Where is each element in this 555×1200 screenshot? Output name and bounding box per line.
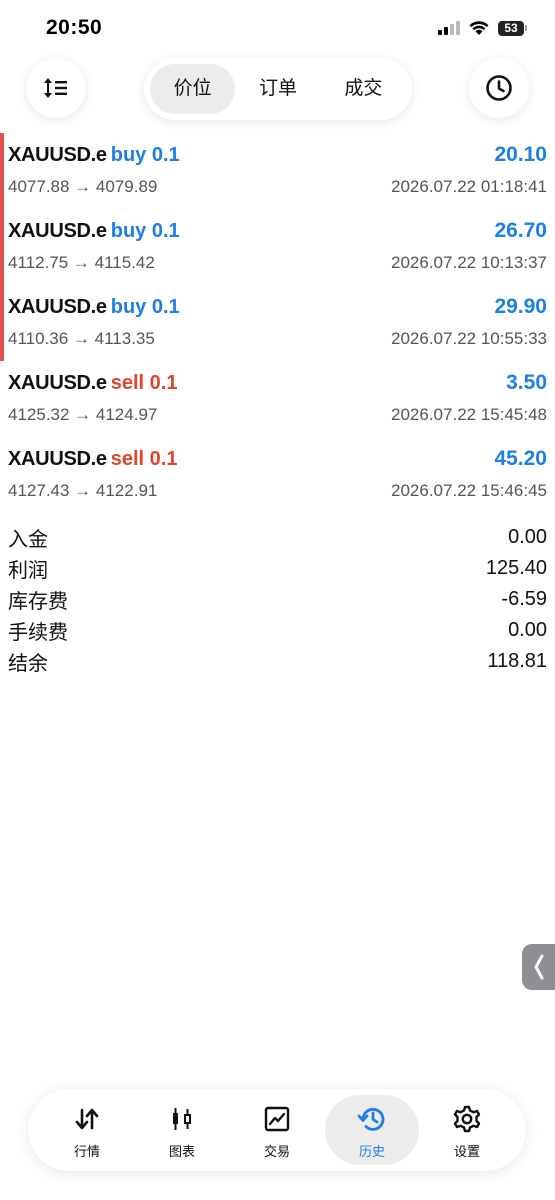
deal-prices: 4077.88 → 4079.89 xyxy=(8,177,158,196)
tab-label: 历史 xyxy=(358,1144,385,1159)
tab-chart[interactable]: 图表 xyxy=(135,1095,229,1165)
deal-symbol: XAUUSD.e xyxy=(8,143,107,166)
summary-row-deposit: 入金 0.00 xyxy=(8,522,547,553)
segment-tab-orders[interactable]: 订单 xyxy=(235,64,320,114)
chevron-left-icon xyxy=(534,954,543,980)
deal-symbol: XAUUSD.e xyxy=(8,295,107,318)
sort-button[interactable] xyxy=(26,58,86,118)
deal-symbol: XAUUSD.e xyxy=(8,447,107,470)
period-button[interactable] xyxy=(469,58,529,118)
tab-label: 交易 xyxy=(263,1144,290,1159)
tab-label: 行情 xyxy=(73,1144,100,1159)
deal-prices: 4110.36 → 4113.35 xyxy=(8,329,155,348)
deal-prices: 4112.75 → 4115.42 xyxy=(8,253,155,272)
deal-time: 2026.07.22 01:18:41 xyxy=(391,177,547,196)
deal-time: 2026.07.22 10:13:37 xyxy=(391,253,547,272)
battery-level: 53 xyxy=(498,20,524,36)
deal-row[interactable]: XAUUSD.e buy 0.1 29.90 4110.36 → 4113.35 … xyxy=(0,285,555,361)
summary-label: 利润 xyxy=(8,560,48,582)
trade-icon xyxy=(264,1106,290,1132)
deal-time: 2026.07.22 15:46:45 xyxy=(391,481,547,500)
summary-value: 125.40 xyxy=(485,557,547,579)
view-segment-control: 价位 订单 成交 xyxy=(144,58,412,120)
summary-row-profit: 利润 125.40 xyxy=(8,553,547,584)
status-bar: 20:50 53 xyxy=(0,0,555,60)
summary-value: -6.59 xyxy=(501,588,547,610)
history-icon xyxy=(357,1107,385,1131)
tab-label: 图表 xyxy=(168,1144,195,1159)
battery-icon: 53 xyxy=(498,20,527,36)
status-time: 20:50 xyxy=(46,16,103,39)
deal-profit: 26.70 xyxy=(494,219,547,242)
tab-trade[interactable]: 交易 xyxy=(230,1095,324,1165)
side-panel-handle[interactable] xyxy=(522,944,555,990)
quotes-icon xyxy=(75,1108,99,1130)
tab-label: 设置 xyxy=(453,1144,480,1159)
deal-list: XAUUSD.e buy 0.1 20.10 4077.88 → 4079.89 … xyxy=(0,133,555,513)
tab-history[interactable]: 历史 xyxy=(325,1095,419,1165)
summary-value: 0.00 xyxy=(508,619,547,641)
top-toolbar: 价位 订单 成交 xyxy=(0,58,555,122)
bottom-tab-bar: 行情 图表 交易 历史 设置 xyxy=(28,1089,526,1171)
deal-side: sell 0.1 xyxy=(110,447,178,470)
deal-side: buy 0.1 xyxy=(110,219,180,242)
summary-label: 手续费 xyxy=(8,622,68,644)
deal-time: 2026.07.22 10:55:33 xyxy=(391,329,547,348)
deal-prices: 4127.43 → 4122.91 xyxy=(8,481,158,500)
deal-symbol: XAUUSD.e xyxy=(8,219,107,242)
segment-tab-deals[interactable]: 成交 xyxy=(321,64,406,114)
deal-prices: 4125.32 → 4124.97 xyxy=(8,405,158,424)
segment-tab-positions[interactable]: 价位 xyxy=(150,64,236,114)
deal-profit: 3.50 xyxy=(506,371,547,394)
account-summary: 入金 0.00 利润 125.40 库存费 -6.59 手续费 0.00 结余 … xyxy=(8,522,547,677)
chart-icon xyxy=(173,1108,191,1130)
summary-label: 结余 xyxy=(8,653,48,675)
settings-icon xyxy=(453,1105,481,1133)
wifi-icon xyxy=(469,21,489,35)
clock-icon xyxy=(486,75,512,101)
selection-marker xyxy=(0,285,4,361)
deal-symbol: XAUUSD.e xyxy=(8,371,107,394)
tab-settings[interactable]: 设置 xyxy=(420,1095,514,1165)
selection-marker xyxy=(0,133,4,209)
deal-profit: 45.20 xyxy=(494,447,547,470)
deal-profit: 29.90 xyxy=(494,295,547,318)
deal-side: buy 0.1 xyxy=(110,295,180,318)
summary-value: 118.81 xyxy=(487,650,547,672)
deal-row[interactable]: XAUUSD.e sell 0.1 3.50 4125.32 → 4124.97 … xyxy=(0,361,555,437)
deal-row[interactable]: XAUUSD.e buy 0.1 20.10 4077.88 → 4079.89 … xyxy=(0,133,555,209)
summary-label: 入金 xyxy=(8,529,48,551)
cellular-signal-icon xyxy=(438,21,460,35)
sort-icon xyxy=(44,78,67,98)
selection-marker xyxy=(0,209,4,285)
summary-row-balance: 结余 118.81 xyxy=(8,646,547,677)
summary-label: 库存费 xyxy=(8,591,68,613)
status-icons: 53 xyxy=(438,20,527,36)
deal-row[interactable]: XAUUSD.e buy 0.1 26.70 4112.75 → 4115.42 … xyxy=(0,209,555,285)
summary-row-swap: 库存费 -6.59 xyxy=(8,584,547,615)
summary-row-commission: 手续费 0.00 xyxy=(8,615,547,646)
deal-profit: 20.10 xyxy=(494,143,547,166)
summary-value: 0.00 xyxy=(508,526,547,548)
deal-time: 2026.07.22 15:45:48 xyxy=(391,405,547,424)
deal-side: sell 0.1 xyxy=(110,371,178,394)
tab-quotes[interactable]: 行情 xyxy=(40,1095,134,1165)
deal-side: buy 0.1 xyxy=(110,143,180,166)
deal-row[interactable]: XAUUSD.e sell 0.1 45.20 4127.43 → 4122.91… xyxy=(0,437,555,513)
